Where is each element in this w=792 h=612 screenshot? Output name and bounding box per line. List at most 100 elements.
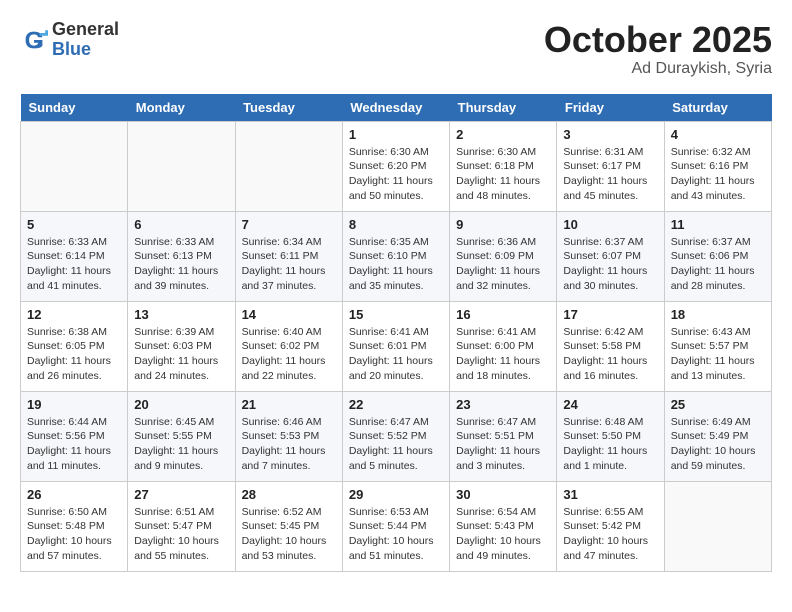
- calendar-cell: 26 Sunrise: 6:50 AM Sunset: 5:48 PM Dayli…: [21, 481, 128, 571]
- calendar-week-row: 5 Sunrise: 6:33 AM Sunset: 6:14 PM Daylig…: [21, 211, 772, 301]
- day-number: 29: [349, 487, 443, 502]
- day-number: 2: [456, 127, 550, 142]
- calendar-cell: [235, 121, 342, 211]
- day-info: Sunrise: 6:30 AM Sunset: 6:18 PM Dayligh…: [456, 145, 550, 204]
- day-info: Sunrise: 6:47 AM Sunset: 5:52 PM Dayligh…: [349, 415, 443, 474]
- calendar-cell: 30Sunrise: 6:54 AM Sunset: 5:43 PM Dayli…: [450, 481, 557, 571]
- calendar-table: SundayMondayTuesdayWednesdayThursdayFrid…: [20, 94, 772, 572]
- day-info: Sunrise: 6:50 AM Sunset: 5:48 PM Dayligh…: [27, 505, 121, 564]
- title-block: October 2025 Ad Duraykish, Syria: [544, 20, 772, 78]
- day-info: Sunrise: 6:43 AM Sunset: 5:57 PM Dayligh…: [671, 325, 765, 384]
- calendar-cell: [128, 121, 235, 211]
- calendar-cell: 1Sunrise: 6:30 AM Sunset: 6:20 PM Daylig…: [342, 121, 449, 211]
- logo: General Blue: [20, 20, 119, 60]
- day-info: Sunrise: 6:38 AM Sunset: 6:05 PM Dayligh…: [27, 325, 121, 384]
- calendar-day-header: Wednesday: [342, 94, 449, 122]
- day-info: Sunrise: 6:37 AM Sunset: 6:06 PM Dayligh…: [671, 235, 765, 294]
- calendar-cell: 27 Sunrise: 6:51 AM Sunset: 5:47 PM Dayli…: [128, 481, 235, 571]
- day-number: 17: [563, 307, 657, 322]
- day-number: 20: [134, 397, 228, 412]
- calendar-cell: [664, 481, 771, 571]
- day-info: Sunrise: 6:52 AM Sunset: 5:45 PM Dayligh…: [242, 505, 336, 564]
- day-info: Sunrise: 6:42 AM Sunset: 5:58 PM Dayligh…: [563, 325, 657, 384]
- calendar-cell: 17 Sunrise: 6:42 AM Sunset: 5:58 PM Dayli…: [557, 301, 664, 391]
- calendar-cell: [21, 121, 128, 211]
- calendar-cell: 11 Sunrise: 6:37 AM Sunset: 6:06 PM Dayli…: [664, 211, 771, 301]
- day-info: Sunrise: 6:53 AM Sunset: 5:44 PM Dayligh…: [349, 505, 443, 564]
- day-number: 5: [27, 217, 121, 232]
- day-info: Sunrise: 6:41 AM Sunset: 6:01 PM Dayligh…: [349, 325, 443, 384]
- calendar-day-header: Tuesday: [235, 94, 342, 122]
- day-info: Sunrise: 6:36 AM Sunset: 6:09 PM Dayligh…: [456, 235, 550, 294]
- calendar-cell: 4 Sunrise: 6:32 AM Sunset: 6:16 PM Daylig…: [664, 121, 771, 211]
- day-number: 4: [671, 127, 765, 142]
- logo-text: General Blue: [52, 20, 119, 60]
- day-number: 31: [563, 487, 657, 502]
- day-info: Sunrise: 6:41 AM Sunset: 6:00 PM Dayligh…: [456, 325, 550, 384]
- day-info: Sunrise: 6:46 AM Sunset: 5:53 PM Dayligh…: [242, 415, 336, 474]
- day-info: Sunrise: 6:40 AM Sunset: 6:02 PM Dayligh…: [242, 325, 336, 384]
- day-info: Sunrise: 6:33 AM Sunset: 6:14 PM Dayligh…: [27, 235, 121, 294]
- day-info: Sunrise: 6:37 AM Sunset: 6:07 PM Dayligh…: [563, 235, 657, 294]
- calendar-cell: 7 Sunrise: 6:34 AM Sunset: 6:11 PM Daylig…: [235, 211, 342, 301]
- calendar-cell: 8Sunrise: 6:35 AM Sunset: 6:10 PM Daylig…: [342, 211, 449, 301]
- day-info: Sunrise: 6:51 AM Sunset: 5:47 PM Dayligh…: [134, 505, 228, 564]
- day-number: 27: [134, 487, 228, 502]
- day-info: Sunrise: 6:33 AM Sunset: 6:13 PM Dayligh…: [134, 235, 228, 294]
- calendar-cell: 23 Sunrise: 6:47 AM Sunset: 5:51 PM Dayli…: [450, 391, 557, 481]
- day-number: 30: [456, 487, 550, 502]
- day-info: Sunrise: 6:32 AM Sunset: 6:16 PM Dayligh…: [671, 145, 765, 204]
- calendar-cell: 31 Sunrise: 6:55 AM Sunset: 5:42 PM Dayli…: [557, 481, 664, 571]
- day-number: 23: [456, 397, 550, 412]
- calendar-day-header: Sunday: [21, 94, 128, 122]
- day-number: 24: [563, 397, 657, 412]
- calendar-cell: 21 Sunrise: 6:46 AM Sunset: 5:53 PM Dayli…: [235, 391, 342, 481]
- calendar-cell: 16 Sunrise: 6:41 AM Sunset: 6:00 PM Dayli…: [450, 301, 557, 391]
- day-number: 7: [242, 217, 336, 232]
- calendar-week-row: 26 Sunrise: 6:50 AM Sunset: 5:48 PM Dayli…: [21, 481, 772, 571]
- day-info: Sunrise: 6:49 AM Sunset: 5:49 PM Dayligh…: [671, 415, 765, 474]
- day-info: Sunrise: 6:55 AM Sunset: 5:42 PM Dayligh…: [563, 505, 657, 564]
- day-number: 15: [349, 307, 443, 322]
- day-number: 10: [563, 217, 657, 232]
- day-number: 3: [563, 127, 657, 142]
- location: Ad Duraykish, Syria: [544, 60, 772, 78]
- calendar-cell: 9 Sunrise: 6:36 AM Sunset: 6:09 PM Daylig…: [450, 211, 557, 301]
- calendar-cell: 10 Sunrise: 6:37 AM Sunset: 6:07 PM Dayli…: [557, 211, 664, 301]
- day-number: 13: [134, 307, 228, 322]
- day-info: Sunrise: 6:35 AM Sunset: 6:10 PM Dayligh…: [349, 235, 443, 294]
- day-info: Sunrise: 6:45 AM Sunset: 5:55 PM Dayligh…: [134, 415, 228, 474]
- day-info: Sunrise: 6:30 AM Sunset: 6:20 PM Dayligh…: [349, 145, 443, 204]
- calendar-cell: 28Sunrise: 6:52 AM Sunset: 5:45 PM Dayli…: [235, 481, 342, 571]
- day-info: Sunrise: 6:34 AM Sunset: 6:11 PM Dayligh…: [242, 235, 336, 294]
- day-number: 22: [349, 397, 443, 412]
- calendar-day-header: Friday: [557, 94, 664, 122]
- day-info: Sunrise: 6:48 AM Sunset: 5:50 PM Dayligh…: [563, 415, 657, 474]
- logo-general: General: [52, 20, 119, 40]
- calendar-header-row: SundayMondayTuesdayWednesdayThursdayFrid…: [21, 94, 772, 122]
- calendar-cell: 2 Sunrise: 6:30 AM Sunset: 6:18 PM Daylig…: [450, 121, 557, 211]
- day-number: 21: [242, 397, 336, 412]
- calendar-cell: 15 Sunrise: 6:41 AM Sunset: 6:01 PM Dayli…: [342, 301, 449, 391]
- calendar-week-row: 19Sunrise: 6:44 AM Sunset: 5:56 PM Dayli…: [21, 391, 772, 481]
- calendar-week-row: 12 Sunrise: 6:38 AM Sunset: 6:05 PM Dayli…: [21, 301, 772, 391]
- calendar-cell: 22 Sunrise: 6:47 AM Sunset: 5:52 PM Dayli…: [342, 391, 449, 481]
- calendar-cell: 29 Sunrise: 6:53 AM Sunset: 5:44 PM Dayli…: [342, 481, 449, 571]
- day-number: 16: [456, 307, 550, 322]
- calendar-cell: 13Sunrise: 6:39 AM Sunset: 6:03 PM Dayli…: [128, 301, 235, 391]
- calendar-cell: 20 Sunrise: 6:45 AM Sunset: 5:55 PM Dayli…: [128, 391, 235, 481]
- calendar-day-header: Saturday: [664, 94, 771, 122]
- calendar-cell: 24 Sunrise: 6:48 AM Sunset: 5:50 PM Dayli…: [557, 391, 664, 481]
- day-info: Sunrise: 6:47 AM Sunset: 5:51 PM Dayligh…: [456, 415, 550, 474]
- day-number: 26: [27, 487, 121, 502]
- day-number: 9: [456, 217, 550, 232]
- day-info: Sunrise: 6:44 AM Sunset: 5:56 PM Dayligh…: [27, 415, 121, 474]
- calendar-day-header: Thursday: [450, 94, 557, 122]
- day-number: 12: [27, 307, 121, 322]
- day-number: 11: [671, 217, 765, 232]
- logo-icon: [20, 26, 48, 54]
- calendar-cell: 19Sunrise: 6:44 AM Sunset: 5:56 PM Dayli…: [21, 391, 128, 481]
- calendar-cell: 14 Sunrise: 6:40 AM Sunset: 6:02 PM Dayli…: [235, 301, 342, 391]
- calendar-week-row: 1Sunrise: 6:30 AM Sunset: 6:20 PM Daylig…: [21, 121, 772, 211]
- day-number: 14: [242, 307, 336, 322]
